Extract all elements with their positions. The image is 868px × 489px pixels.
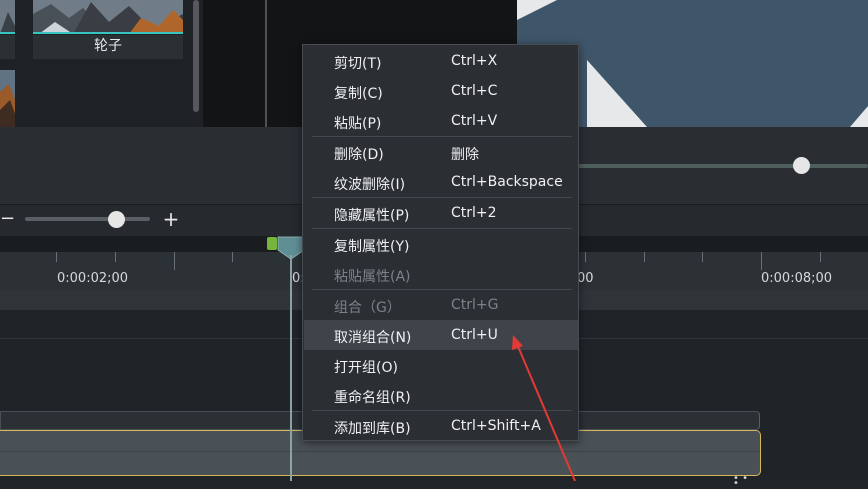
thumbnail-label: 轮子 [33,35,183,59]
menu-item-shortcut: Ctrl+2 [451,205,497,221]
thumbnail-selection-bar [0,32,15,34]
group-clip-divider [0,451,760,452]
ruler-time-label: 00 [577,271,594,286]
menu-item-copy-properties[interactable]: 复制属性(Y) [304,229,578,259]
menu-item-ripple-delete[interactable]: 纹波删除(I) Ctrl+Backspace [304,167,578,197]
menu-item-label: 粘贴属性(A) [334,269,411,285]
zoom-out-icon[interactable]: − [0,210,15,230]
media-thumbnail-lunzi[interactable] [33,0,183,34]
menu-item-label: 重命名组(R) [334,390,411,406]
ruler-tick [761,252,762,270]
zoom-slider-knob[interactable] [108,211,125,228]
ruler-tick [585,252,586,262]
menu-item-label: 粘贴(P) [334,116,382,132]
ruler-tick [702,252,703,262]
ruler-time-label: 0:00:08;00 [761,271,833,286]
menu-item-shortcut: Ctrl+V [451,113,498,129]
menu-item-paste[interactable]: 粘贴(P) Ctrl+V [304,106,578,136]
menu-item-shortcut: Ctrl+C [451,83,498,99]
menu-item-label: 取消组合(N) [334,330,412,346]
thumbnail-image [0,70,15,127]
menu-item-hide-properties[interactable]: 隐藏属性(P) Ctrl+2 [304,198,578,228]
menu-item-label: 添加到库(B) [334,421,411,437]
canvas-divider [265,0,267,127]
menu-item-paste-properties[interactable]: 粘贴属性(A) [304,259,578,289]
thumbnail-selection-bar [33,32,183,34]
playback-progress-track[interactable] [575,164,868,168]
media-thumbnail-partial[interactable] [0,0,15,34]
menu-item-delete[interactable]: 删除(D) 删除 [304,137,578,167]
menu-item-copy[interactable]: 复制(C) Ctrl+C [304,76,578,106]
menu-item-shortcut: Ctrl+U [451,327,498,343]
menu-item-label: 组合（G） [334,300,401,316]
thumbnail-image [0,0,15,34]
ruler-tick [232,252,233,262]
ruler-time-label: 0:00:02;00 [57,271,129,286]
menu-item-label: 纹波删除(I) [334,177,406,193]
menu-item-label: 删除(D) [334,147,384,163]
menu-item-label: 复制属性(Y) [334,239,410,255]
menu-item-cut[interactable]: 剪切(T) Ctrl+X [304,46,578,76]
menu-item-group[interactable]: 组合（G） Ctrl+G [304,290,578,320]
ruler-tick [56,252,57,262]
playhead-line [290,255,292,481]
menu-item-label: 剪切(T) [334,56,382,72]
thumbnail-label-partial [0,35,15,59]
menu-item-label: 隐藏属性(P) [334,208,410,224]
menu-item-shortcut: Ctrl+Backspace [451,174,563,190]
media-thumbnail-partial[interactable] [0,70,15,127]
thumbnail-image [33,0,183,34]
zoom-slider-track[interactable] [25,217,150,221]
annotation-arrow [512,335,576,481]
ruler-tick [174,252,175,270]
menu-item-label: 打开组(O) [334,360,398,376]
menu-item-shortcut: Ctrl+X [451,53,498,69]
ruler-tick [820,252,821,262]
clip-handle-dots[interactable]: • • • [733,474,757,489]
library-scrollbar[interactable] [193,0,199,112]
ruler-tick [644,252,645,262]
menu-item-shortcut: Ctrl+G [451,297,499,313]
ruler-tick [115,252,116,262]
menu-item-label: 复制(C) [334,86,383,102]
menu-item-shortcut: 删除 [451,147,479,163]
playback-progress-knob[interactable] [793,157,810,174]
zoom-in-icon[interactable]: + [162,208,180,230]
